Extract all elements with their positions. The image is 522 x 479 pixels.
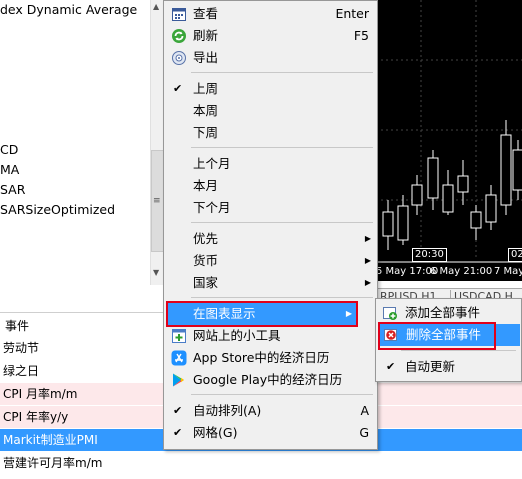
- time-axis-label: 6 May 21:00: [430, 266, 493, 277]
- widget-icon: [172, 329, 186, 343]
- menu-item-label: 优先: [193, 231, 219, 246]
- scroll-down-icon[interactable]: ▼: [153, 268, 159, 277]
- event-name: CPI 年率y/y: [3, 410, 69, 424]
- menu-item-label: 下周: [193, 125, 219, 140]
- scroll-grip-icon: ≡: [153, 196, 161, 206]
- checkmark-icon: ✔: [173, 82, 183, 95]
- menu-separator: [191, 222, 373, 223]
- menu-item-label: 网站上的小工具: [193, 328, 281, 343]
- navigator-panel: dex Dynamic Average CD MA SAR SARSizeOpt…: [0, 0, 150, 285]
- event-name: 劳动节: [3, 341, 40, 355]
- scroll-up-icon[interactable]: ▲: [153, 2, 159, 11]
- menu-item-next-month[interactable]: 下个月: [164, 197, 377, 219]
- candle-body: [457, 175, 469, 193]
- shortcut-label: G: [359, 425, 369, 440]
- candlestick-chart: [376, 0, 522, 263]
- menu-item-label: 本周: [193, 103, 219, 118]
- menu-item-priority[interactable]: 优先 ▶: [164, 228, 377, 250]
- menu-item-export[interactable]: 导出: [164, 47, 377, 69]
- candle-body: [512, 149, 522, 191]
- candle-body: [500, 134, 512, 206]
- checkmark-icon: ✔: [173, 426, 183, 439]
- menu-separator: [191, 297, 373, 298]
- submenu-arrow-icon: ▶: [364, 234, 371, 243]
- menu-item-auto-arrange[interactable]: ✔ 自动排列(A) A: [164, 400, 377, 422]
- event-name: 绿之日: [3, 364, 40, 378]
- export-icon: [172, 51, 186, 65]
- candle-body: [382, 211, 394, 237]
- menu-item-label: 导出: [193, 50, 219, 65]
- candle-body: [411, 184, 423, 206]
- menu-separator: [191, 147, 373, 148]
- menu-item-web-widget[interactable]: 网站上的小工具: [164, 325, 377, 347]
- candle-body: [427, 157, 439, 199]
- time-axis-label: 5 May 17:00: [376, 266, 439, 277]
- menu-item-label: 网格(G): [193, 425, 238, 440]
- menu-item-label: 国家: [193, 275, 219, 290]
- menu-item-label: Google Play中的经济日历: [193, 372, 343, 387]
- menu-separator: [191, 394, 373, 395]
- app-store-icon: [171, 350, 187, 366]
- menu-item-label: 查看: [193, 6, 219, 21]
- refresh-icon: [172, 29, 186, 43]
- menu-item-app-store[interactable]: App Store中的经济日历: [164, 347, 377, 369]
- time-marker-label: 20:30: [412, 248, 447, 262]
- menu-item-last-month[interactable]: 上个月: [164, 153, 377, 175]
- event-name: Markit制造业PMI: [3, 433, 98, 447]
- navigator-item[interactable]: dex Dynamic Average: [0, 2, 137, 17]
- menu-item-view[interactable]: 查看 Enter: [164, 3, 377, 25]
- candle-body: [470, 211, 482, 229]
- event-name: 营建许可月率m/m: [3, 456, 103, 470]
- shortcut-label: A: [360, 403, 369, 418]
- menu-item-label: 本月: [193, 178, 219, 193]
- navigator-item[interactable]: SAR: [0, 182, 25, 197]
- candle-body: [442, 184, 454, 213]
- submenu-item-add-all-events[interactable]: 添加全部事件: [376, 302, 521, 324]
- menu-item-label: 添加全部事件: [405, 305, 481, 320]
- menu-item-label: 刷新: [193, 28, 219, 43]
- submenu-arrow-icon: ▶: [364, 256, 371, 265]
- menu-item-label: 下个月: [193, 200, 231, 215]
- menu-item-grid[interactable]: ✔ 网格(G) G: [164, 422, 377, 444]
- checkmark-icon: ✔: [173, 404, 183, 417]
- shortcut-label: F5: [353, 28, 369, 43]
- menu-item-country[interactable]: 国家 ▶: [164, 272, 377, 294]
- navigator-item[interactable]: MA: [0, 162, 19, 177]
- menu-item-label: 货币: [193, 253, 219, 268]
- menu-item-label: 上个月: [193, 156, 231, 171]
- calendar-icon: [172, 8, 186, 21]
- menu-item-label: 上周: [193, 81, 219, 96]
- menu-item-this-month[interactable]: 本月: [164, 175, 377, 197]
- add-events-icon: [383, 307, 397, 320]
- annotation-highlight: [166, 301, 358, 327]
- submenu-item-auto-update[interactable]: ✔ 自动更新: [376, 356, 521, 378]
- annotation-highlight: [378, 322, 496, 350]
- calendar-row[interactable]: 营建许可月率m/m: [0, 452, 522, 474]
- menu-item-label: 自动排列(A): [193, 403, 262, 418]
- menu-item-last-week[interactable]: ✔ 上周: [164, 78, 377, 100]
- menu-item-label: 自动更新: [405, 359, 456, 374]
- candle-body: [397, 205, 409, 241]
- menu-item-label: App Store中的经济日历: [193, 350, 330, 365]
- checkmark-icon: ✔: [386, 360, 396, 373]
- context-menu: 查看 Enter 刷新 F5 导出 ✔ 上周 本周 下周 上个月 本月 下个月 …: [163, 0, 378, 450]
- google-play-icon: [173, 373, 184, 387]
- menu-separator: [191, 72, 373, 73]
- menu-item-next-week[interactable]: 下周: [164, 122, 377, 144]
- menu-item-google-play[interactable]: Google Play中的经济日历: [164, 369, 377, 391]
- menu-item-this-week[interactable]: 本周: [164, 100, 377, 122]
- navigator-item[interactable]: SARSizeOptimized: [0, 202, 115, 217]
- event-column-header[interactable]: 事件: [5, 317, 29, 334]
- menu-item-refresh[interactable]: 刷新 F5: [164, 25, 377, 47]
- candle-body: [485, 194, 497, 223]
- submenu-arrow-icon: ▶: [364, 278, 371, 287]
- time-marker-label: 02: [508, 248, 522, 262]
- menu-separator: [401, 350, 516, 351]
- time-axis-label: 7 May: [494, 266, 522, 277]
- navigator-item[interactable]: CD: [0, 142, 18, 157]
- shortcut-label: Enter: [335, 6, 369, 21]
- event-name: CPI 月率m/m: [3, 387, 78, 401]
- menu-item-currency[interactable]: 货币 ▶: [164, 250, 377, 272]
- price-chart[interactable]: 20:30 02 5 May 17:00 6 May 21:00 7 May: [376, 0, 522, 281]
